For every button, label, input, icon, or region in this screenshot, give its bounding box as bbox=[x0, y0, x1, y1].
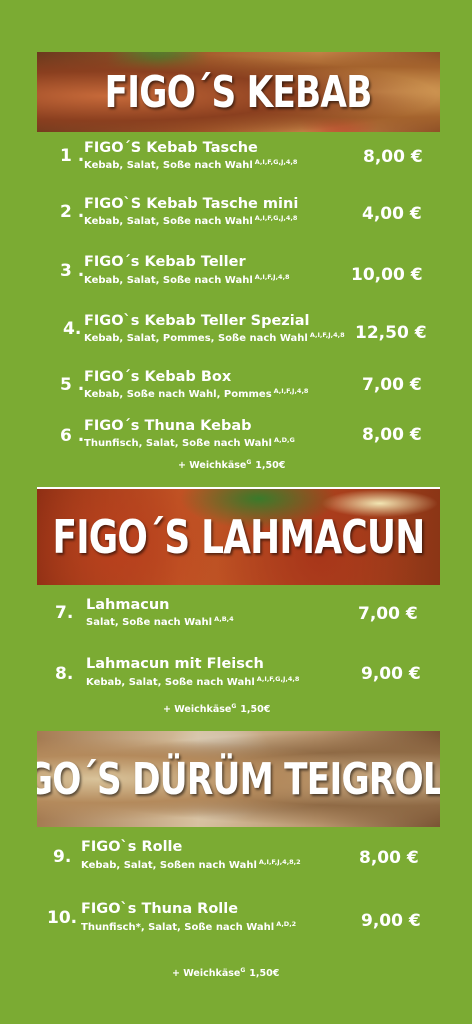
item-number: 5 . bbox=[60, 375, 85, 395]
item-number: 4. bbox=[63, 319, 82, 339]
item-allergens: A,D,G bbox=[273, 436, 295, 444]
item-name: FIGO`s Thuna Rolle bbox=[81, 901, 239, 917]
item-number: 6 . bbox=[60, 426, 85, 446]
item-description: Thunfisch*, Salat, Soße nach Wahl A,D,2 bbox=[81, 920, 297, 933]
item-price: 7,00 € bbox=[362, 375, 422, 395]
item-price: 9,00 € bbox=[361, 664, 421, 684]
item-description: Kebab, Salat, Soße nach Wahl A,I,F,G,J,4,… bbox=[84, 214, 298, 227]
menu-item-7: 7. Lahmacun Salat, Soße nach Wahl A,B,4 7… bbox=[0, 597, 472, 647]
item-description: Kebab, Salat, Soße nach Wahl A,I,F,G,J,4,… bbox=[84, 158, 298, 171]
item-number: 10. bbox=[47, 908, 78, 928]
kebab-section-title: FIGO´S KEBAB bbox=[105, 66, 373, 118]
item-name: FIGO´s Kebab Teller bbox=[84, 254, 246, 270]
item-allergens: A,D,2 bbox=[276, 920, 297, 928]
item-price: 9,00 € bbox=[361, 911, 421, 931]
item-price: 12,50 € bbox=[355, 323, 427, 343]
item-description: Thunfisch, Salat, Soße nach Wahl A,D,G bbox=[84, 436, 295, 449]
menu-item-10: 10. FIGO`s Thuna Rolle Thunfisch*, Salat… bbox=[0, 901, 472, 951]
item-description: Kebab, Salat, Soßen nach Wahl A,I,F,J,4,8… bbox=[81, 858, 301, 871]
item-name: FIGO´s Kebab Box bbox=[84, 369, 232, 385]
item-allergens: A,I,F,G,J,4,8 bbox=[254, 158, 298, 166]
item-name: FIGO`s Kebab Teller Spezial bbox=[84, 313, 310, 329]
item-price: 8,00 € bbox=[363, 147, 423, 167]
item-description: Kebab, Salat, Soße nach Wahl A,I,F,G,J,4,… bbox=[86, 675, 300, 688]
lahmacun-banner: FIGO´S LAHMACUN bbox=[37, 487, 440, 585]
item-allergens: A,I,F,G,J,4,8 bbox=[256, 675, 300, 683]
item-number: 8. bbox=[55, 664, 74, 684]
duerum-section-title: FIGO´S DÜRÜM TEIGROLLE bbox=[37, 753, 440, 805]
item-allergens: A,B,4 bbox=[214, 615, 234, 623]
lahmacun-section-title: FIGO´S LAHMACUN bbox=[52, 510, 425, 564]
item-number: 1 . bbox=[60, 146, 85, 166]
extra-weichkaese: + WeichkäseG 1,50€ bbox=[172, 967, 280, 979]
item-price: 8,00 € bbox=[362, 425, 422, 445]
item-name: FIGO´s Thuna Kebab bbox=[84, 418, 252, 434]
item-price: 4,00 € bbox=[362, 204, 422, 224]
item-allergens: A,I,F,G,J,4,8 bbox=[254, 214, 298, 222]
item-price: 7,00 € bbox=[358, 604, 418, 624]
item-price: 10,00 € bbox=[351, 265, 423, 285]
menu-item-2: 2 . FIGO`S Kebab Tasche mini Kebab, Sala… bbox=[0, 196, 472, 246]
menu-item-1: 1 . FIGO´S Kebab Tasche Kebab, Salat, So… bbox=[0, 140, 472, 190]
extra-weichkaese: + WeichkäseG 1,50€ bbox=[178, 459, 286, 471]
item-allergens: A,I,F,J,4,8 bbox=[254, 273, 290, 281]
kebab-banner: FIGO´S KEBAB bbox=[37, 52, 440, 132]
item-name: Lahmacun mit Fleisch bbox=[86, 656, 264, 672]
duerum-banner: FIGO´S DÜRÜM TEIGROLLE bbox=[37, 731, 440, 827]
item-name: FIGO´S Kebab Tasche bbox=[84, 140, 258, 156]
menu-item-9: 9. FIGO`s Rolle Kebab, Salat, Soßen nach… bbox=[0, 839, 472, 889]
item-price: 8,00 € bbox=[359, 848, 419, 868]
item-description: Kebab, Soße nach Wahl, Pommes A,I,F,J,4,8 bbox=[84, 387, 309, 400]
menu-item-3: 3 . FIGO´s Kebab Teller Kebab, Salat, So… bbox=[0, 254, 472, 304]
extra-weichkaese: + WeichkäseG 1,50€ bbox=[163, 703, 271, 715]
item-allergens: A,I,F,J,4,8,2 bbox=[258, 858, 301, 866]
item-allergens: A,I,F,J,4,8 bbox=[309, 331, 345, 339]
item-number: 7. bbox=[55, 603, 74, 623]
item-number: 2 . bbox=[60, 202, 85, 222]
menu-item-4: 4. FIGO`s Kebab Teller Spezial Kebab, Sa… bbox=[0, 313, 472, 363]
item-name: Lahmacun bbox=[86, 597, 170, 613]
item-description: Kebab, Salat, Pommes, Soße nach Wahl A,I,… bbox=[84, 331, 345, 344]
item-allergens: A,I,F,J,4,8 bbox=[273, 387, 309, 395]
item-number: 3 . bbox=[60, 261, 85, 281]
menu-item-8: 8. Lahmacun mit Fleisch Kebab, Salat, So… bbox=[0, 656, 472, 706]
item-description: Kebab, Salat, Soße nach Wahl A,I,F,J,4,8 bbox=[84, 273, 290, 286]
item-description: Salat, Soße nach Wahl A,B,4 bbox=[86, 615, 234, 628]
item-number: 9. bbox=[53, 847, 72, 867]
menu-item-5: 5 . FIGO´s Kebab Box Kebab, Soße nach Wa… bbox=[0, 369, 472, 419]
item-name: FIGO`s Rolle bbox=[81, 839, 183, 855]
item-name: FIGO`S Kebab Tasche mini bbox=[84, 196, 299, 212]
